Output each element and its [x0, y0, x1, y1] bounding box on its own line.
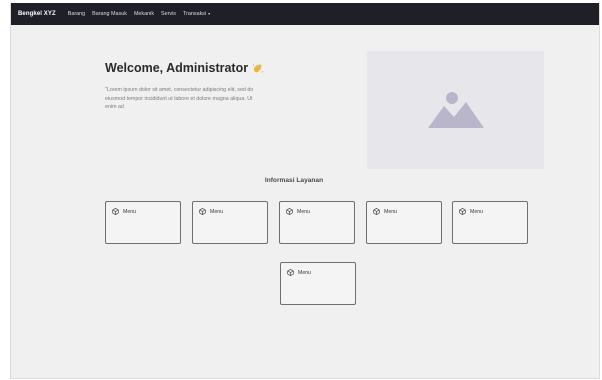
hero-image-placeholder — [367, 51, 544, 169]
page-title: Welcome, Administrator — [105, 61, 264, 75]
page-title-text: Welcome, Administrator — [105, 61, 249, 75]
cube-icon — [112, 208, 119, 215]
nav-link-mekanik[interactable]: Mekanik — [134, 11, 154, 17]
nav-dropdown-transaksi[interactable]: Transaksi ▾ — [183, 11, 210, 17]
cube-icon — [459, 208, 466, 215]
service-card-label: Menu — [298, 269, 311, 276]
service-card-5[interactable]: Menu — [452, 201, 528, 244]
cube-icon — [286, 208, 293, 215]
service-card-label: Menu — [123, 208, 136, 215]
chevron-down-icon: ▾ — [208, 11, 211, 16]
cube-icon — [199, 208, 206, 215]
service-card-label: Menu — [210, 208, 223, 215]
nav-link-barang[interactable]: Barang — [68, 11, 85, 17]
top-navbar: Bengkel XYZ Barang Barang Masuk Mekanik … — [11, 3, 599, 25]
service-card-2[interactable]: Menu — [192, 201, 268, 244]
service-card-label: Menu — [297, 208, 310, 215]
service-card-1[interactable]: Menu — [105, 201, 181, 244]
page-frame: Bengkel XYZ Barang Barang Masuk Mekanik … — [10, 3, 600, 379]
nav-dropdown-label: Transaksi — [183, 11, 207, 17]
image-placeholder-icon — [427, 92, 484, 128]
service-card-label: Menu — [384, 208, 397, 215]
hero-description: "Lorem ipsum dolor sit amet, consectetur… — [105, 87, 254, 110]
service-card-4[interactable]: Menu — [366, 201, 442, 244]
service-card-3[interactable]: Menu — [279, 201, 355, 244]
service-card-6[interactable]: Menu — [280, 262, 356, 305]
waving-hand-icon — [253, 63, 264, 73]
nav-link-servis[interactable]: Servis — [161, 11, 176, 17]
services-section-title: Informasi Layanan — [264, 177, 324, 184]
cube-icon — [287, 269, 294, 276]
nav-link-barang-masuk[interactable]: Barang Masuk — [92, 11, 127, 17]
navbar-brand[interactable]: Bengkel XYZ — [18, 11, 56, 17]
service-card-label: Menu — [470, 208, 483, 215]
cube-icon — [373, 208, 380, 215]
